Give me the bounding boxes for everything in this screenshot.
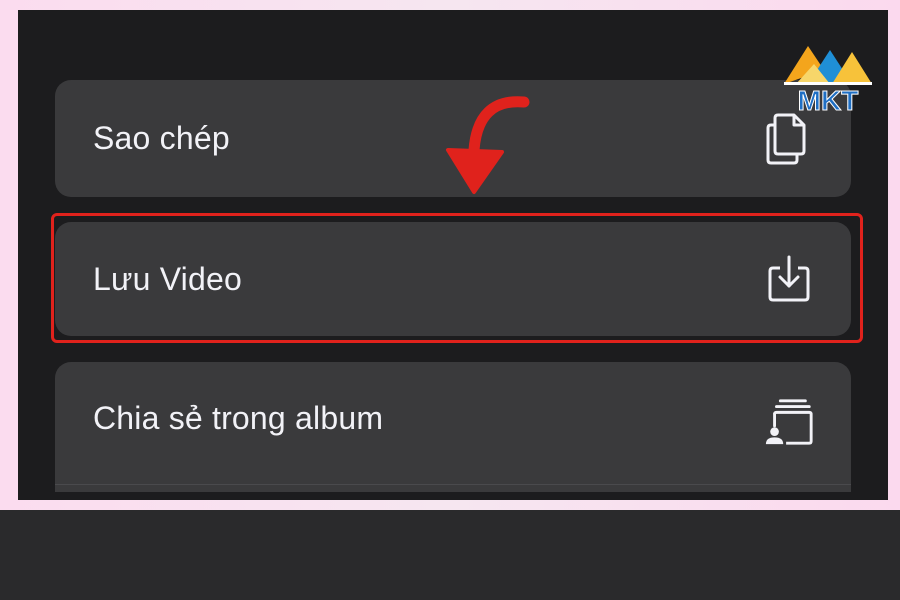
red-arrow-icon: [426, 92, 536, 202]
phone-screen: Sao chép Lưu Video Chia sẻ trong album M…: [18, 10, 888, 500]
image-frame: Sao chép Lưu Video Chia sẻ trong album M…: [0, 0, 900, 510]
highlight-box: [51, 213, 863, 343]
logo-text: MKT: [798, 85, 859, 116]
mkt-logo: MKT: [778, 38, 878, 128]
menu-item-label: Chia sẻ trong album: [93, 400, 384, 436]
divider: [55, 484, 851, 485]
shared-album-icon: [763, 396, 815, 448]
menu-item-shared-album[interactable]: Chia sẻ trong album: [55, 362, 851, 492]
menu-item-label: Sao chép: [93, 120, 230, 156]
bottom-bar: [0, 510, 900, 600]
